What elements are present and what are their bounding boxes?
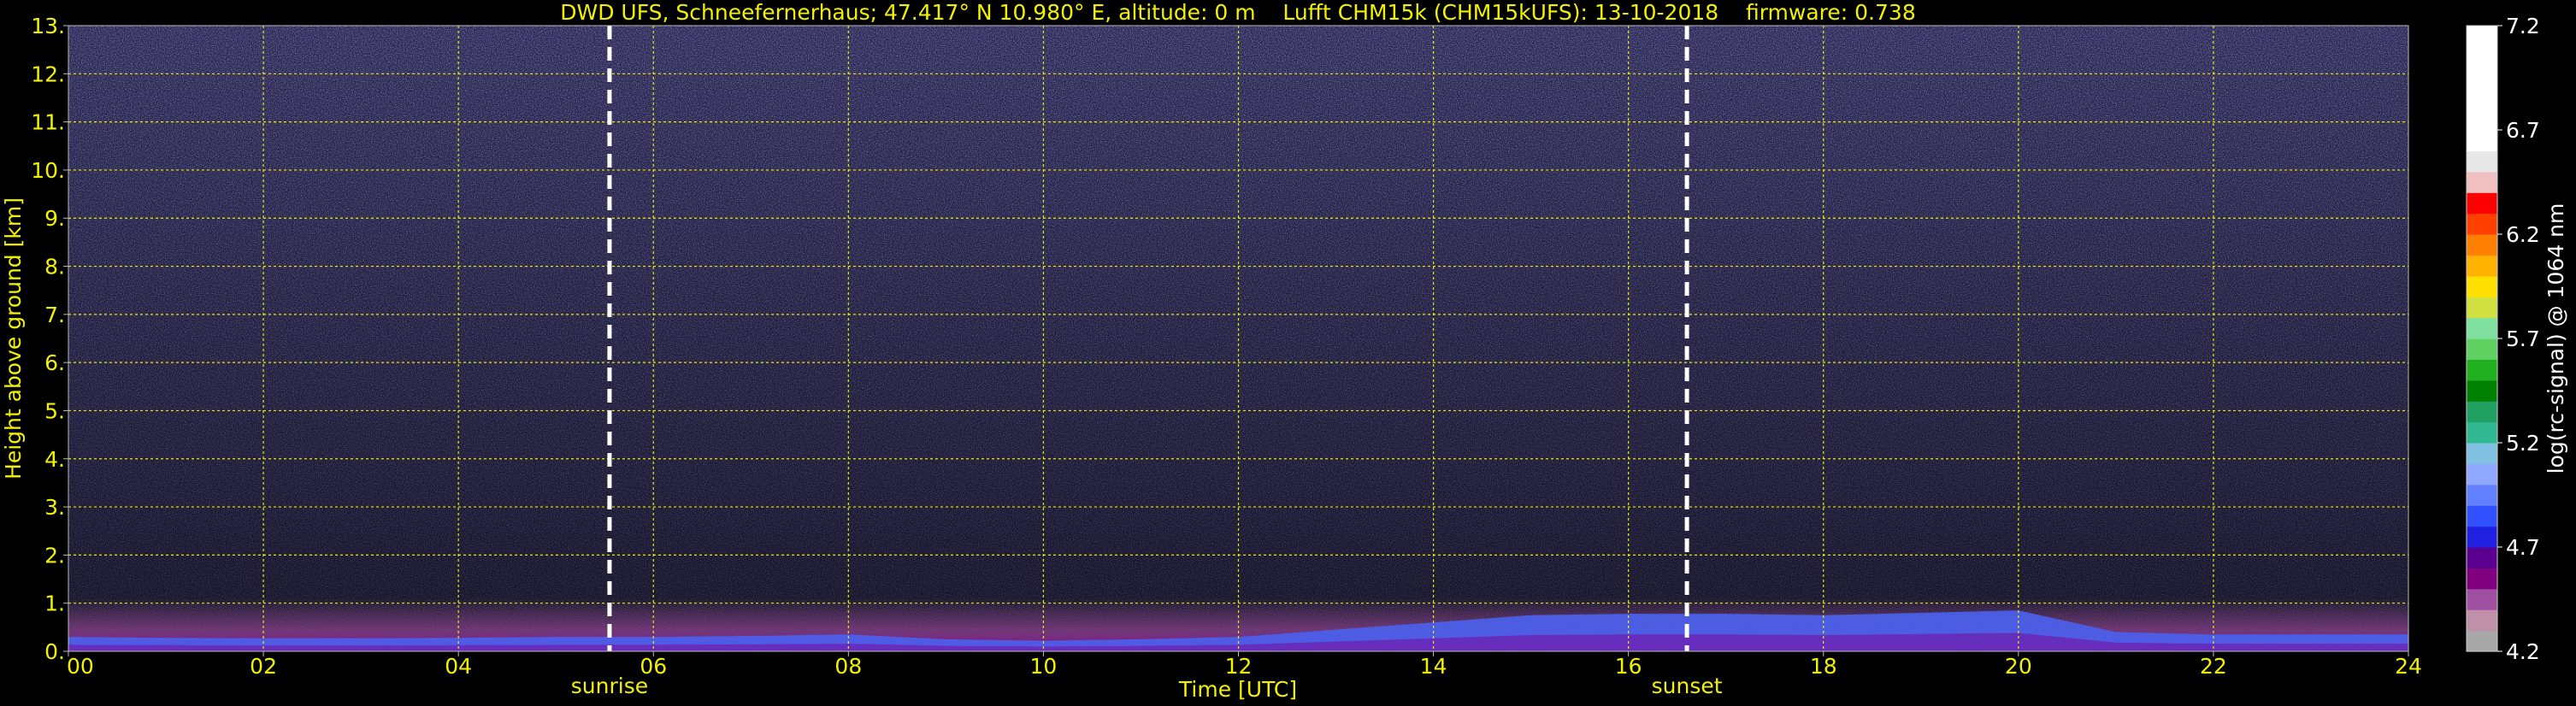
y-tick-label: 3. (44, 495, 65, 520)
colorbar-tick-label: 4.2 (2506, 639, 2540, 664)
x-tick-label: 24 (2395, 654, 2422, 679)
colorbar-swatch (2467, 609, 2497, 632)
colorbar-swatch (2467, 171, 2497, 193)
x-tick-label: 22 (2200, 654, 2227, 679)
colorbar-swatch (2467, 275, 2497, 297)
colorbar-swatch (2467, 588, 2497, 610)
colorbar-swatch (2467, 255, 2497, 277)
colorbar-tick-label: 4.7 (2506, 535, 2540, 560)
y-tick-label: 10. (31, 158, 65, 183)
colorbar-swatch (2467, 192, 2497, 215)
lidar-chart: sunrise sunset 00 02 04 06 08 10 12 14 16 18 20 22 24… (1, 0, 2568, 702)
colorbar-swatch (2467, 484, 2497, 506)
colorbar-swatch (2467, 630, 2497, 652)
colorbar-tick-label: 5.2 (2506, 431, 2540, 456)
chart-title: DWD UFS, Schneefernerhaus; 47.417° N 10.… (560, 0, 1915, 25)
colorbar: 4.2 4.7 5.2 5.7 6.2 6.7 7.2 (2466, 14, 2540, 664)
x-tick-label: 04 (445, 654, 472, 679)
colorbar-swatch (2467, 67, 2497, 89)
colorbar-swatch (2467, 568, 2497, 590)
y-axis-label: Height above ground [km] (1, 197, 26, 479)
y-tick-label: 8. (44, 255, 65, 279)
y-tick-label: 4. (44, 447, 65, 472)
x-tick-label: 00 (67, 654, 94, 679)
colorbar-swatch (2467, 526, 2497, 548)
colorbar-swatch (2467, 130, 2497, 151)
colorbar-label: log(rc-signal) @ 1064 nm (2544, 203, 2568, 474)
colorbar-swatch (2467, 547, 2497, 568)
y-tick-label: 2. (44, 543, 65, 568)
colorbar-swatch (2467, 317, 2497, 339)
y-tick-labels: 0. 1. 2. 3. 4. 5. 6. 7. 8. 9. 10. 11. 12. 13. (31, 14, 68, 664)
y-tick-label: 1. (44, 591, 65, 616)
colorbar-swatch (2467, 297, 2497, 319)
x-tick-label: 18 (1810, 654, 1837, 679)
y-tick-label: 13. (31, 14, 65, 38)
x-tick-label: 02 (250, 654, 277, 679)
colorbar-swatch (2467, 46, 2497, 68)
y-tick-label: 11. (31, 110, 65, 135)
y-tick-label: 0. (44, 639, 65, 664)
y-tick-label: 9. (44, 206, 65, 231)
colorbar-swatch (2467, 505, 2497, 527)
y-tick-label: 7. (44, 303, 65, 327)
colorbar-swatch (2467, 109, 2497, 131)
colorbar-tick-label: 6.2 (2506, 222, 2540, 247)
colorbar-tick-label: 6.7 (2506, 118, 2540, 143)
y-tick-label: 12. (31, 62, 65, 86)
x-tick-label: 10 (1030, 654, 1058, 679)
colorbar-tick-label: 7.2 (2506, 14, 2540, 38)
colorbar-swatch (2467, 26, 2497, 47)
y-tick-label: 6. (44, 350, 65, 375)
x-axis-label: Time [UTC] (1178, 677, 1297, 702)
y-tick-label: 5. (44, 398, 65, 423)
x-tick-label: 20 (2005, 654, 2032, 679)
x-tick-label: 08 (834, 654, 862, 679)
x-tick-label: 14 (1420, 654, 1447, 679)
colorbar-swatch (2467, 150, 2497, 173)
x-tick-label: 12 (1225, 654, 1253, 679)
colorbar-swatch (2467, 443, 2497, 464)
colorbar-swatch (2467, 213, 2497, 235)
colorbar-swatch (2467, 234, 2497, 256)
colorbar-swatch (2467, 379, 2497, 402)
colorbar-tick-label: 5.7 (2506, 327, 2540, 351)
x-tick-labels: 00 02 04 06 08 10 12 14 16 18 20 22 24 (67, 651, 2422, 679)
x-tick-label: 16 (1615, 654, 1642, 679)
colorbar-swatch (2467, 88, 2497, 110)
sunrise-label: sunrise (571, 674, 648, 698)
colorbar-swatch (2467, 401, 2497, 423)
x-tick-label: 06 (640, 654, 667, 679)
colorbar-swatch (2467, 359, 2497, 381)
colorbar-swatch (2467, 421, 2497, 444)
colorbar-swatch (2467, 338, 2497, 360)
colorbar-swatch (2467, 463, 2497, 485)
sunset-label: sunset (1652, 674, 1723, 698)
